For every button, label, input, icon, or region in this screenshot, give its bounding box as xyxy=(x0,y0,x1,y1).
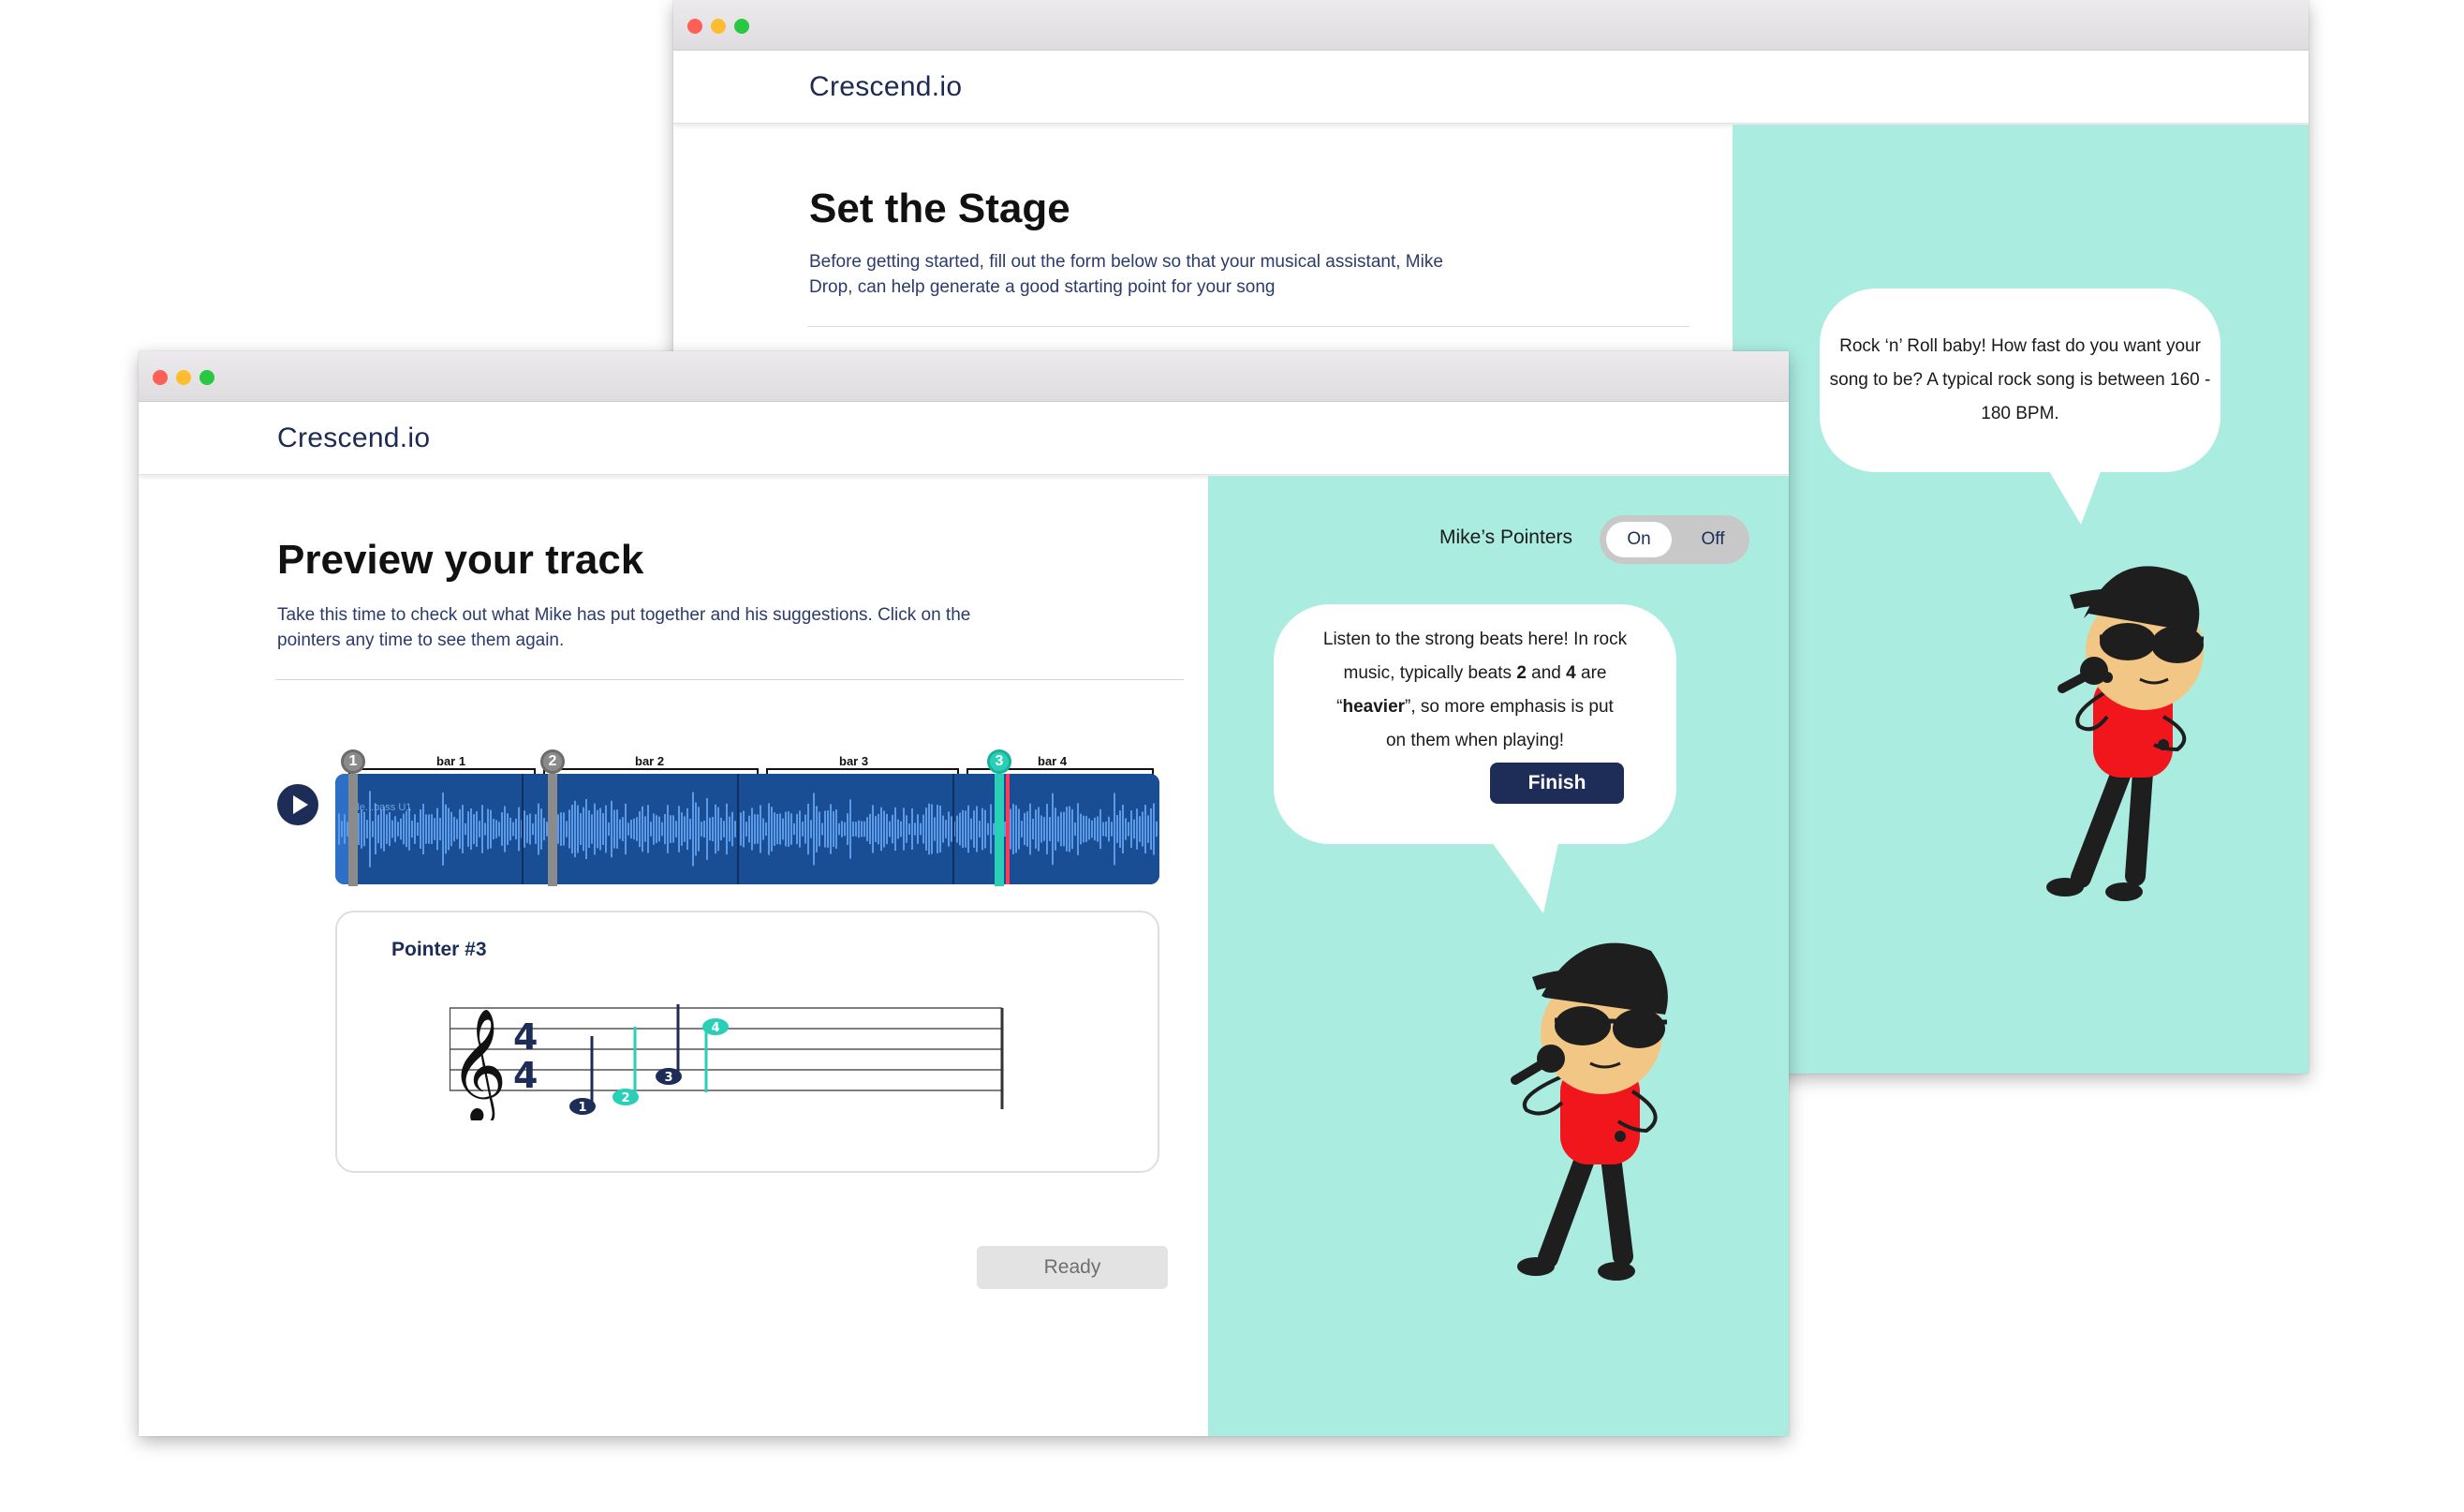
bubble-tail xyxy=(1489,838,1559,913)
front-mascot-overlay xyxy=(1489,838,1668,1281)
mike-drop-mascot xyxy=(1511,942,1668,1281)
